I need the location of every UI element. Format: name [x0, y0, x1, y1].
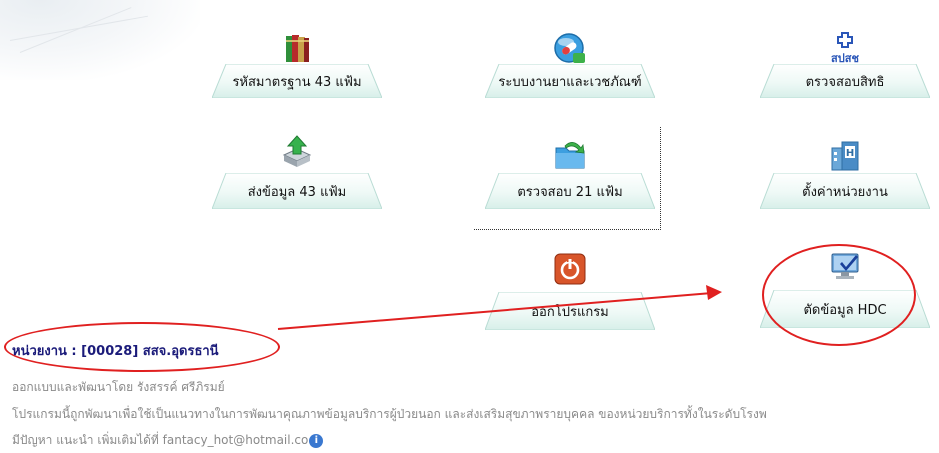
menu-unit-settings[interactable]: H ตั้งค่าหน่วยงาน — [760, 138, 930, 213]
power-icon — [553, 252, 587, 286]
menu-plate: ระบบงานยาและเวชภัณฑ์ — [485, 64, 655, 98]
dotted-frame — [474, 127, 661, 230]
menu-plate: ออกโปรแกรม — [485, 292, 655, 330]
menu-label: รหัสมาตรฐาน 43 แฟ้ม — [232, 74, 362, 90]
contact-text: มีปัญหา แนะนำ เพิ่มเติมได้ที่ fantacy_ho… — [12, 433, 309, 447]
menu-label: ระบบงานยาและเวชภัณฑ์ — [498, 74, 642, 90]
menu-label: ส่งข้อมูล 43 แฟ้ม — [247, 184, 347, 200]
footer-description: โปรแกรมนี้ถูกพัฒนาเพื่อใช้เป็นแนวทางในกา… — [12, 407, 767, 421]
corner-decoration — [0, 0, 200, 80]
menu-label: ตรวจสอบสิทธิ — [805, 74, 885, 90]
menu-plate: ส่งข้อมูล 43 แฟ้ม — [212, 173, 382, 209]
menu-label: ออกโปรแกรม — [531, 304, 609, 320]
svg-text:H: H — [846, 148, 854, 159]
upload-arrow-icon — [280, 135, 314, 169]
menu-exit[interactable]: ออกโปรแกรม — [485, 252, 655, 330]
menu-label: ตั้งค่าหน่วยงาน — [802, 184, 888, 200]
footer-contact: มีปัญหา แนะนำ เพิ่มเติมได้ที่ fantacy_ho… — [12, 431, 324, 450]
footer-designer: ออกแบบและพัฒนาโดย รังสรรค์ ศรีภิรมย์ — [12, 380, 225, 394]
nhso-logo-icon: สปสช — [828, 32, 862, 66]
menu-check-rights[interactable]: สปสช ตรวจสอบสิทธิ — [760, 32, 930, 102]
pill-bubble-icon — [553, 32, 587, 66]
books-icon — [280, 32, 314, 66]
menu-plate: ตรวจสอบสิทธิ — [760, 64, 930, 98]
building-icon: H — [828, 138, 862, 172]
menu-drug-system[interactable]: ระบบงานยาและเวชภัณฑ์ — [485, 32, 655, 102]
menu-send-43[interactable]: ส่งข้อมูล 43 แฟ้ม — [212, 135, 382, 210]
hdc-highlight-ellipse — [762, 244, 916, 346]
menu-standard-43[interactable]: รหัสมาตรฐาน 43 แฟ้ม — [212, 32, 382, 102]
menu-plate: รหัสมาตรฐาน 43 แฟ้ม — [212, 64, 382, 98]
menu-plate: ตั้งค่าหน่วยงาน — [760, 173, 930, 209]
unit-label: หน่วยงาน : [00028] สสจ.อุดรธานี — [12, 344, 219, 359]
info-icon[interactable]: i — [309, 433, 324, 448]
